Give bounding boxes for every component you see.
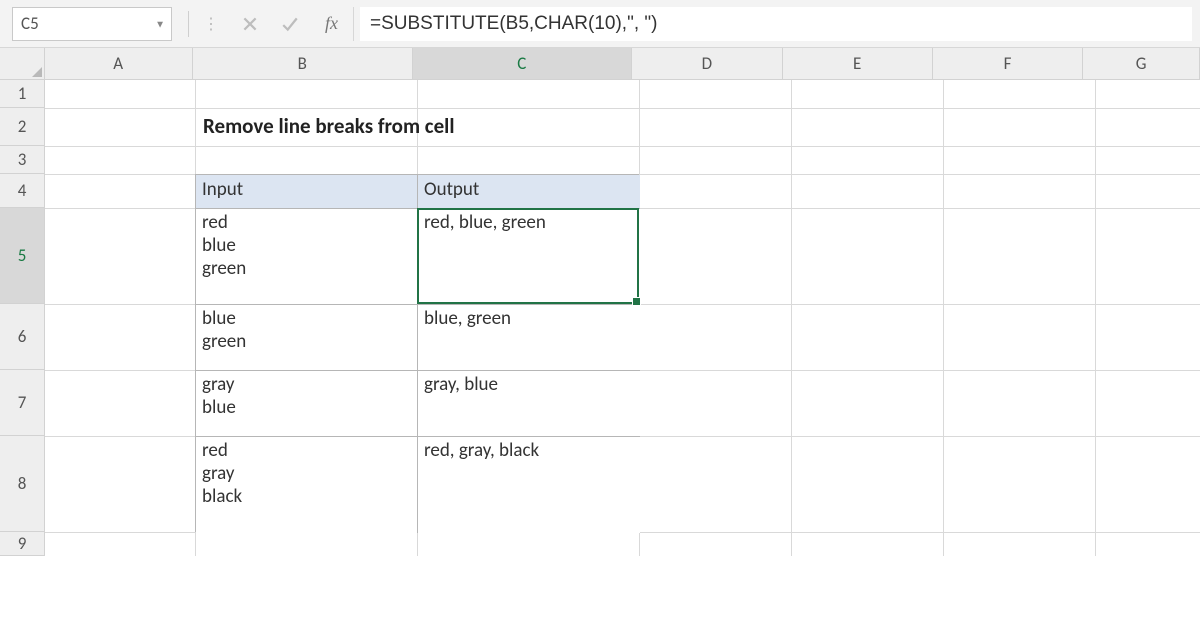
cell-b7[interactable]: gray blue (196, 371, 418, 437)
check-icon (281, 15, 299, 33)
row-header-3[interactable]: 3 (0, 146, 45, 174)
col-label: A (113, 53, 123, 74)
col-label: E (853, 53, 861, 74)
cell-b8[interactable]: red gray black (196, 437, 418, 533)
col-header-d[interactable]: D (632, 48, 782, 79)
cell-c6[interactable]: blue, green (418, 305, 640, 371)
row-header-5[interactable]: 5 (0, 208, 45, 304)
row-header-9[interactable]: 9 (0, 532, 45, 556)
insert-function-button[interactable]: fx (310, 7, 354, 41)
col-header-g[interactable]: G (1083, 48, 1200, 79)
col-label: D (702, 53, 712, 74)
fx-label: fx (325, 13, 338, 34)
row-header-8[interactable]: 8 (0, 436, 45, 532)
col-label: G (1136, 53, 1147, 74)
cell-grid[interactable]: Remove line breaks from cell Input Outpu… (45, 80, 1200, 556)
table-header-input[interactable]: Input (196, 175, 418, 209)
cell-b6[interactable]: blue green (196, 305, 418, 371)
drag-handle-icon[interactable]: ⋮ (193, 14, 230, 34)
table-header-output[interactable]: Output (418, 175, 640, 209)
row-header-1[interactable]: 1 (0, 80, 45, 108)
divider (188, 11, 189, 37)
col-header-e[interactable]: E (783, 48, 933, 79)
col-header-c[interactable]: C (413, 48, 633, 79)
data-table: Input Output red blue green red, blue, g… (195, 174, 639, 532)
cell-c7[interactable]: gray, blue (418, 371, 640, 437)
row-headers: 1 2 3 4 5 6 7 8 9 (0, 80, 45, 556)
row-header-4[interactable]: 4 (0, 174, 45, 208)
enter-button[interactable] (270, 7, 310, 41)
col-label: B (298, 53, 307, 74)
formula-bar: C5 ▼ ⋮ fx (0, 0, 1200, 48)
worksheet[interactable]: A B C D E F G 1 2 3 4 5 6 7 8 9 (0, 48, 1200, 630)
col-header-a[interactable]: A (45, 48, 193, 79)
cell-b5[interactable]: red blue green (196, 209, 418, 305)
cell-c8[interactable]: red, gray, black (418, 437, 640, 533)
name-box-value: C5 (21, 13, 39, 34)
col-header-b[interactable]: B (193, 48, 413, 79)
col-label: C (517, 53, 526, 74)
col-header-f[interactable]: F (933, 48, 1083, 79)
formula-input[interactable] (360, 7, 1192, 41)
row-header-6[interactable]: 6 (0, 304, 45, 370)
name-box[interactable]: C5 ▼ (12, 7, 172, 41)
col-label: F (1004, 53, 1012, 74)
title-cell[interactable]: Remove line breaks from cell (199, 112, 458, 140)
cell-c5[interactable]: red, blue, green (418, 209, 640, 305)
cancel-button[interactable] (230, 7, 270, 41)
close-icon (241, 15, 259, 33)
row-header-7[interactable]: 7 (0, 370, 45, 436)
row-header-2[interactable]: 2 (0, 108, 45, 146)
select-all-corner[interactable] (0, 48, 45, 79)
column-headers: A B C D E F G (0, 48, 1200, 80)
chevron-down-icon[interactable]: ▼ (155, 17, 165, 30)
